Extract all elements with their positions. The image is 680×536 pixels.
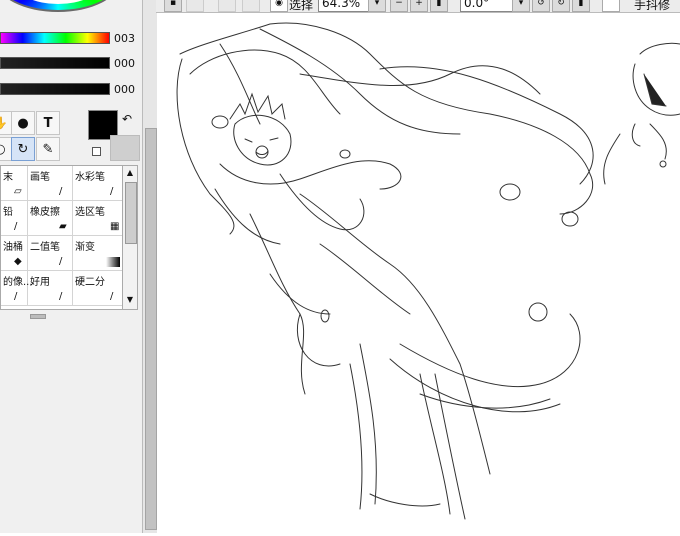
rotate-right-button[interactable]: ↻	[552, 0, 570, 12]
rotate-right-icon: ↻	[557, 0, 565, 8]
pen-icon: /	[14, 291, 18, 302]
reset-colors-icon[interactable]	[92, 147, 101, 156]
eyedropper-tool-button[interactable]: ✎	[36, 137, 60, 161]
panel-scrollbar[interactable]	[142, 0, 157, 533]
rotation-reset-button[interactable]: ▮	[572, 0, 590, 12]
zoom-in-button[interactable]: +	[410, 0, 428, 12]
brush-label: 画笔	[30, 172, 50, 183]
disabled-button[interactable]	[186, 0, 204, 12]
hue-value: 003	[114, 32, 135, 45]
panel-scroll-thumb[interactable]	[145, 128, 157, 530]
sketch-drawing	[176, 22, 680, 520]
brush-list-scroll-thumb[interactable]	[125, 182, 137, 244]
eye-icon: ◉	[275, 0, 283, 8]
selection-visibility-button[interactable]: ◉	[270, 0, 288, 12]
zoom-field[interactable]: 64.3%	[318, 0, 369, 12]
color-wheel[interactable]	[0, 0, 120, 12]
text-tool-button[interactable]: T	[36, 111, 60, 135]
bucket-icon: ◆	[14, 256, 22, 267]
zoom-reset-button[interactable]: ▮	[430, 0, 448, 12]
blur-tool-button[interactable]: ●	[11, 111, 35, 135]
reset-rotation-icon: ▮	[578, 0, 584, 8]
disabled-button[interactable]	[218, 0, 236, 12]
disabled-button[interactable]	[242, 0, 260, 12]
select-label: 选择	[289, 0, 314, 12]
eraser-icon: ▰	[59, 221, 67, 232]
brush-cell[interactable]: 的像... /	[1, 271, 33, 306]
pen-icon: /	[59, 186, 63, 197]
plus-icon: +	[415, 0, 423, 8]
top-toolbar: ▪ ◉ 选择 64.3% ▾ − + ▮ 0.0° ▾ ↺ ↻ ▮ 手抖修正	[156, 0, 680, 29]
brush-cell[interactable]: 末 ▱	[1, 166, 28, 201]
panel-splitter[interactable]	[30, 314, 46, 319]
brush-list: 末 ▱ 画笔 / 水彩笔 / 铅 / 橡皮擦 ▰ 选区笔 ▦ 油桶 ◆ 二值笔	[0, 165, 124, 310]
brush-label: 油桶	[3, 242, 23, 253]
brush-label: 渐变	[75, 242, 95, 253]
brush-cell[interactable]: 二值笔 /	[28, 236, 73, 271]
pen-icon: /	[59, 291, 63, 302]
brush-label: 铅	[3, 207, 13, 218]
pencil-icon: /	[14, 221, 18, 232]
brush-cell[interactable]: 选区笔 ▦	[73, 201, 123, 236]
brush-list-scrollbar[interactable]: ▲ ▼	[122, 165, 138, 310]
hand-icon: ✋	[0, 116, 8, 131]
drawing-canvas[interactable]	[160, 14, 680, 533]
chevron-down-icon: ▾	[374, 0, 380, 8]
brush-cell[interactable]: 好用 /	[28, 271, 73, 306]
brush-label: 橡皮擦	[30, 207, 60, 218]
pen-icon: /	[110, 291, 114, 302]
brush-label: 好用	[30, 277, 50, 288]
eyedropper-icon: ✎	[42, 141, 54, 157]
saturation-slider[interactable]	[0, 57, 110, 69]
rotate-tool-button[interactable]: ↻	[11, 137, 35, 161]
eraser-icon: ▱	[14, 186, 22, 197]
brush-cell[interactable]: 硬二分 /	[73, 271, 123, 306]
new-file-icon: ▪	[169, 0, 177, 8]
new-file-button[interactable]: ▪	[164, 0, 182, 12]
value-slider[interactable]	[0, 83, 110, 95]
rotate-icon: ↻	[17, 141, 29, 157]
rotation-field[interactable]: 0.0°	[460, 0, 513, 12]
fill-icon: ◐	[0, 142, 6, 157]
saturation-value: 000	[114, 57, 135, 70]
brush-label: 选区笔	[75, 207, 105, 218]
hue-slider[interactable]	[0, 32, 110, 44]
minus-icon: −	[395, 0, 403, 8]
gradient-icon	[106, 257, 120, 267]
blur-icon: ●	[17, 115, 29, 131]
brush-cell[interactable]: 画笔 /	[28, 166, 73, 201]
chevron-down-icon: ▾	[518, 0, 524, 8]
rotation-dropdown-button[interactable]: ▾	[512, 0, 530, 12]
scroll-up-icon[interactable]: ▲	[124, 167, 136, 179]
left-panel: 003 000 000 ✋ ● T ◐ ↻ ✎ ↶ 末 ▱ 画笔 /	[0, 0, 142, 533]
zoom-dropdown-button[interactable]: ▾	[368, 0, 386, 12]
brush-label: 水彩笔	[75, 172, 105, 183]
brush-label: 硬二分	[75, 277, 105, 288]
brush-cell[interactable]: 渐变	[73, 236, 123, 271]
background-color-swatch[interactable]	[110, 135, 140, 161]
selpen-icon: ▦	[110, 221, 120, 232]
rotate-left-button[interactable]: ↺	[532, 0, 550, 12]
brush-icon: /	[110, 186, 114, 197]
brush-cell[interactable]: 油桶 ◆	[1, 236, 28, 271]
zoom-out-button[interactable]: −	[390, 0, 408, 12]
binary-pen-icon: /	[59, 256, 63, 267]
brush-cell[interactable]: 铅 /	[1, 201, 28, 236]
reset-zoom-icon: ▮	[436, 0, 442, 8]
brush-label: 二值笔	[30, 242, 60, 253]
rotate-left-icon: ↺	[537, 0, 545, 8]
text-icon: T	[43, 115, 53, 131]
scroll-down-icon[interactable]: ▼	[124, 294, 136, 306]
brush-cell[interactable]: 水彩笔 /	[73, 166, 123, 201]
swap-colors-icon[interactable]: ↶	[122, 112, 132, 126]
value-value: 000	[114, 83, 135, 96]
flip-button[interactable]	[602, 0, 620, 12]
brush-label: 末	[3, 172, 13, 183]
brush-cell[interactable]: 橡皮擦 ▰	[28, 201, 73, 236]
